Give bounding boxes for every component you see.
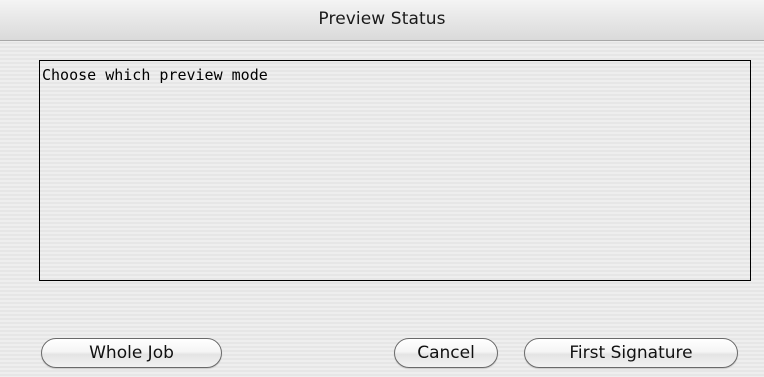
preview-status-dialog: Preview Status Choose which preview mode…	[0, 0, 764, 377]
message-area: Choose which preview mode	[39, 60, 751, 281]
window-title: Preview Status	[318, 9, 446, 29]
message-text: Choose which preview mode	[42, 66, 268, 84]
title-bar[interactable]: Preview Status	[0, 0, 764, 41]
whole-job-button[interactable]: Whole Job	[41, 338, 222, 368]
cancel-button[interactable]: Cancel	[394, 338, 498, 368]
first-signature-button[interactable]: First Signature	[524, 338, 738, 368]
